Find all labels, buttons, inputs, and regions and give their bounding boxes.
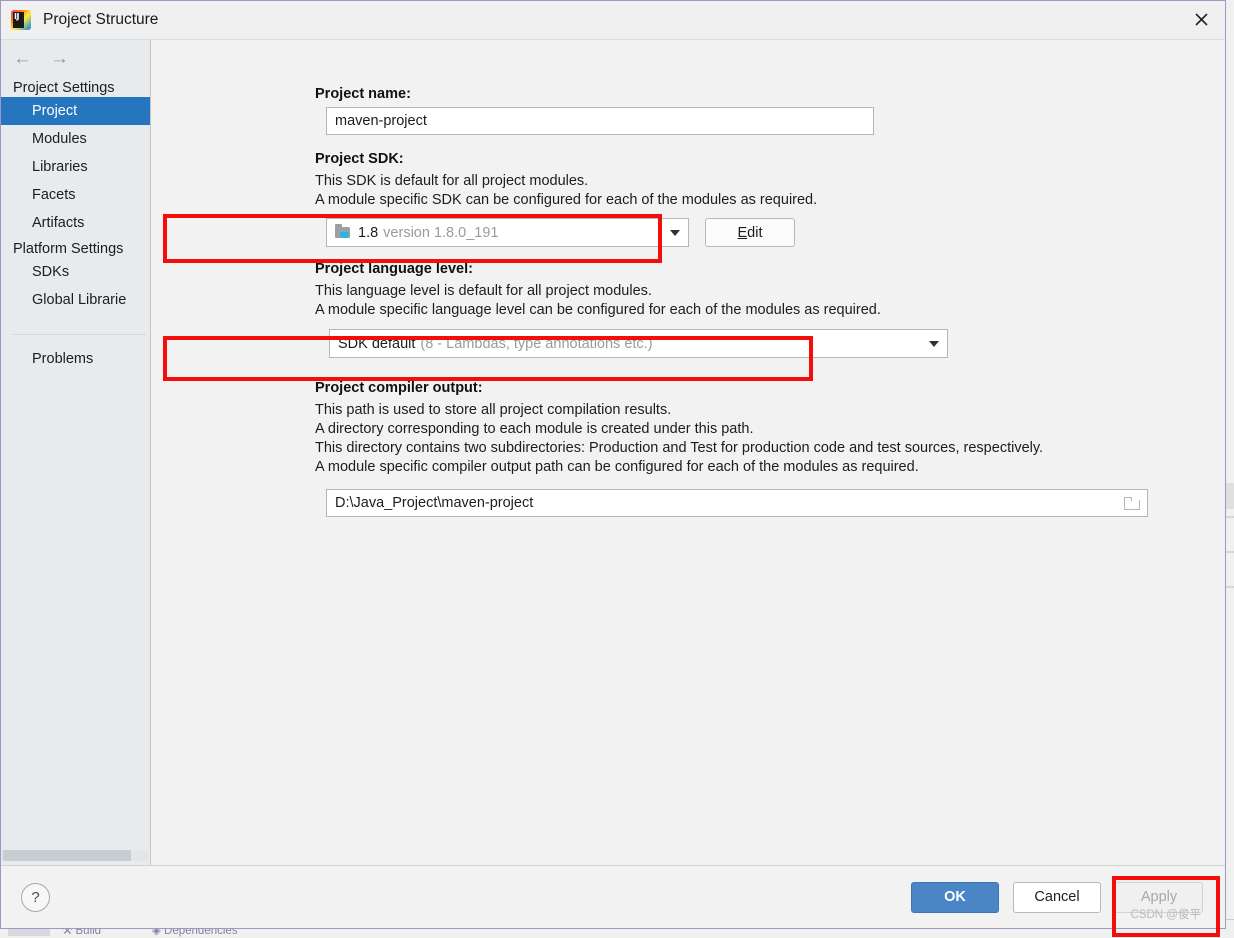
- project-sdk-desc-2: A module specific SDK can be configured …: [315, 192, 818, 208]
- project-name-input[interactable]: maven-project: [326, 107, 874, 135]
- sidebar-item-modules[interactable]: Modules: [1, 125, 150, 153]
- project-sdk-version: version 1.8.0_191: [383, 224, 499, 241]
- compiler-output-desc-3: This directory contains two subdirectori…: [315, 440, 1044, 456]
- sidebar-item-sdks[interactable]: SDKs: [1, 258, 150, 286]
- cancel-button[interactable]: Cancel: [1013, 881, 1101, 913]
- intellij-idea-logo-icon: IJ: [11, 10, 31, 30]
- dialog-body: ← → Project Settings Project Modules Lib…: [1, 40, 1225, 865]
- project-name-label: Project name:: [315, 86, 411, 102]
- dialog-titlebar: IJ Project Structure: [1, 1, 1225, 40]
- arrow-left-icon[interactable]: ←: [13, 49, 32, 68]
- sidebar-hscrollbar-track[interactable]: [1, 850, 148, 861]
- csdn-watermark: CSDN @俊平: [1130, 909, 1201, 921]
- project-sdk-name: 1.8: [358, 224, 379, 241]
- project-structure-dialog: IJ Project Structure ← → Project Setting…: [0, 0, 1226, 929]
- project-settings-panel: Project name: maven-project Project SDK:…: [151, 40, 1225, 865]
- sidebar-group-platform-settings: Platform Settings: [13, 241, 124, 257]
- project-sdk-desc-1: This SDK is default for all project modu…: [315, 173, 589, 189]
- help-button[interactable]: ?: [21, 882, 50, 912]
- compiler-output-value: D:\Java_Project\maven-project: [335, 495, 534, 511]
- sdk-edit-button[interactable]: Edit: [705, 218, 795, 247]
- sidebar-group-project-settings: Project Settings: [13, 80, 115, 96]
- dialog-footer: ? OK Cancel Apply CSDN @俊平: [1, 865, 1225, 928]
- close-icon: [1194, 13, 1208, 26]
- sidebar-navigation: ← →: [1, 40, 150, 76]
- language-level-desc-2: A module specific language level can be …: [315, 302, 881, 318]
- sdk-edit-mnemonic: E: [737, 224, 748, 241]
- sidebar-item-libraries[interactable]: Libraries: [1, 153, 150, 181]
- folder-browse-icon[interactable]: [1124, 496, 1141, 510]
- project-sdk-row: 1.8 version 1.8.0_191 Edit: [326, 218, 1225, 247]
- language-level-value: SDK default: [338, 335, 416, 352]
- ok-button[interactable]: OK: [911, 881, 999, 913]
- close-button[interactable]: [1177, 1, 1225, 38]
- compiler-output-desc-2: A directory corresponding to each module…: [315, 421, 754, 437]
- sidebar-item-artifacts[interactable]: Artifacts: [1, 209, 150, 237]
- help-icon: ?: [31, 888, 40, 906]
- language-level-label: Project language level:: [315, 261, 473, 277]
- settings-sidebar: ← → Project Settings Project Modules Lib…: [1, 40, 151, 865]
- compiler-output-desc-4: A module specific compiler output path c…: [315, 459, 919, 475]
- compiler-output-label: Project compiler output:: [315, 380, 483, 396]
- sidebar-divider: [13, 334, 146, 335]
- project-name-value: maven-project: [335, 113, 427, 129]
- sidebar-hscrollbar-thumb[interactable]: [3, 850, 131, 861]
- chevron-down-icon[interactable]: [662, 229, 688, 236]
- sidebar-item-project[interactable]: Project: [1, 97, 150, 125]
- project-sdk-label: Project SDK:: [315, 151, 404, 167]
- compiler-output-input[interactable]: D:\Java_Project\maven-project: [326, 489, 1148, 517]
- language-level-detail: (8 - Lambdas, type annotations etc.): [420, 335, 653, 352]
- dialog-title: Project Structure: [43, 11, 159, 28]
- chevron-down-icon[interactable]: [921, 340, 947, 347]
- java-sdk-folder-icon: [335, 224, 352, 240]
- sidebar-item-facets[interactable]: Facets: [1, 181, 150, 209]
- arrow-right-icon[interactable]: →: [50, 49, 69, 68]
- logo-letters: IJ: [14, 12, 19, 21]
- language-level-combobox[interactable]: SDK default (8 - Lambdas, type annotatio…: [329, 329, 948, 358]
- sidebar-item-problems[interactable]: Problems: [1, 345, 150, 373]
- compiler-output-desc-1: This path is used to store all project c…: [315, 402, 672, 418]
- project-sdk-combobox[interactable]: 1.8 version 1.8.0_191: [326, 218, 689, 247]
- language-level-desc-1: This language level is default for all p…: [315, 283, 652, 299]
- sdk-edit-rest: dit: [747, 224, 763, 241]
- sidebar-item-global-libraries[interactable]: Global Librarie: [1, 286, 150, 314]
